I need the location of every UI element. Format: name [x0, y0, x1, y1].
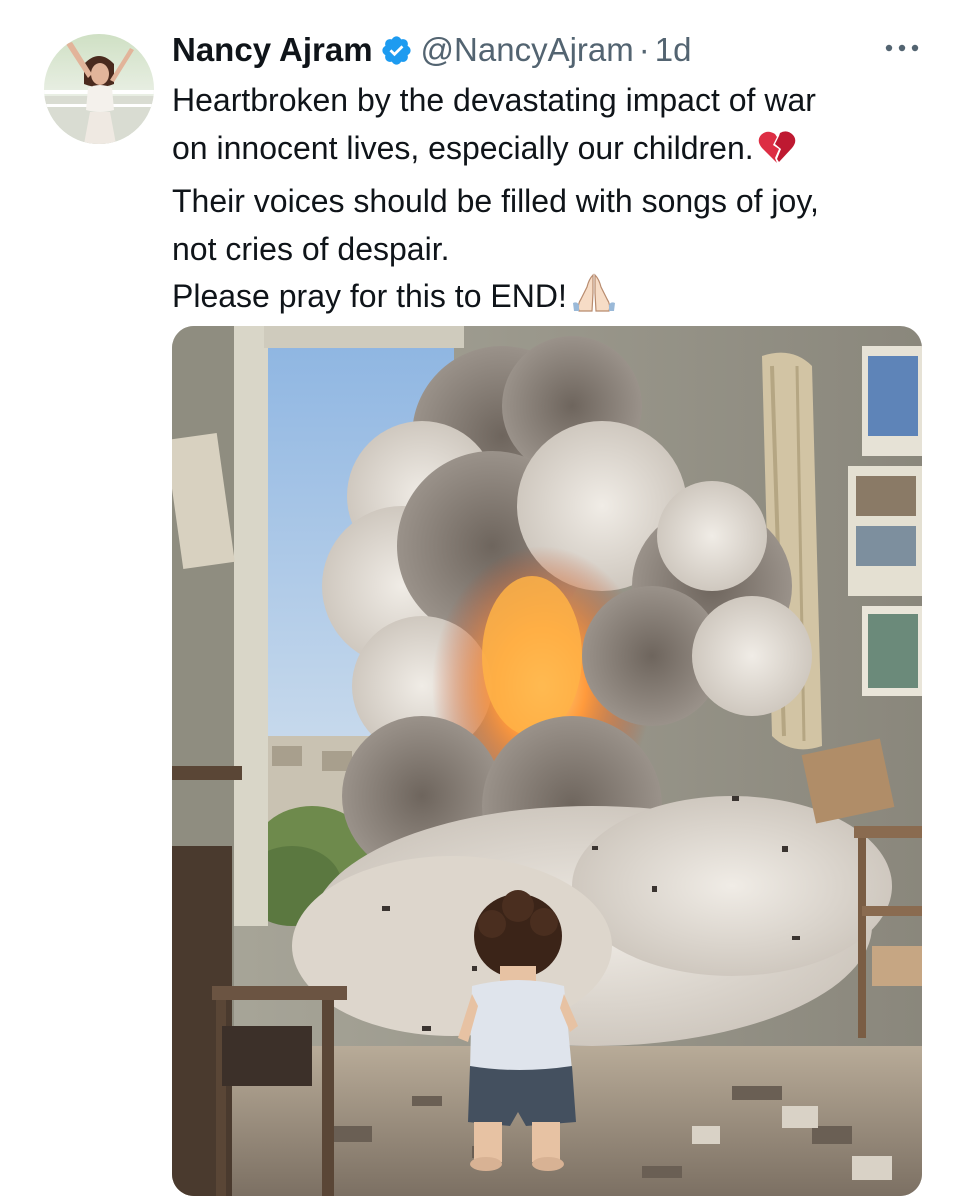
tweet-text: Heartbroken by the devastating impact of…: [172, 77, 932, 327]
header-separator: ·: [638, 31, 650, 68]
tweet-text-line-3: Their voices should be filled with songs…: [172, 183, 819, 220]
tweet-text-line-2: on innocent lives, especially our childr…: [172, 129, 754, 166]
tweet-timestamp[interactable]: 1d: [655, 31, 692, 69]
verified-badge-icon: [380, 34, 413, 67]
tweet-text-line: on innocent lives, especially our childr…: [172, 125, 932, 179]
broken-heart-icon: [758, 129, 796, 179]
author-handle[interactable]: @NancyAjram: [421, 31, 634, 69]
tweet-text-line: Heartbroken by the devastating impact of…: [172, 77, 932, 125]
author-display-name[interactable]: Nancy Ajram: [172, 31, 373, 69]
tweet-text-line: not cries of despair.: [172, 226, 932, 274]
author-avatar[interactable]: [44, 34, 154, 144]
tweet-text-line-1: Heartbroken by the devastating impact of…: [172, 82, 816, 118]
folded-hands-icon: [571, 273, 617, 327]
tweet-text-line-4: not cries of despair.: [172, 230, 450, 267]
tweet-text-line: Their voices should be filled with songs…: [172, 178, 932, 226]
tweet-header: Nancy Ajram @NancyAjram · 1d: [172, 26, 691, 74]
tweet: Nancy Ajram @NancyAjram · 1d Heartbroken…: [0, 0, 968, 1200]
more-options-icon[interactable]: [882, 30, 922, 66]
tweet-text-line-5: Please pray for this to END!: [172, 278, 567, 315]
tweet-media-image[interactable]: [172, 326, 922, 1196]
tweet-text-line: Please pray for this to END!: [172, 273, 932, 327]
